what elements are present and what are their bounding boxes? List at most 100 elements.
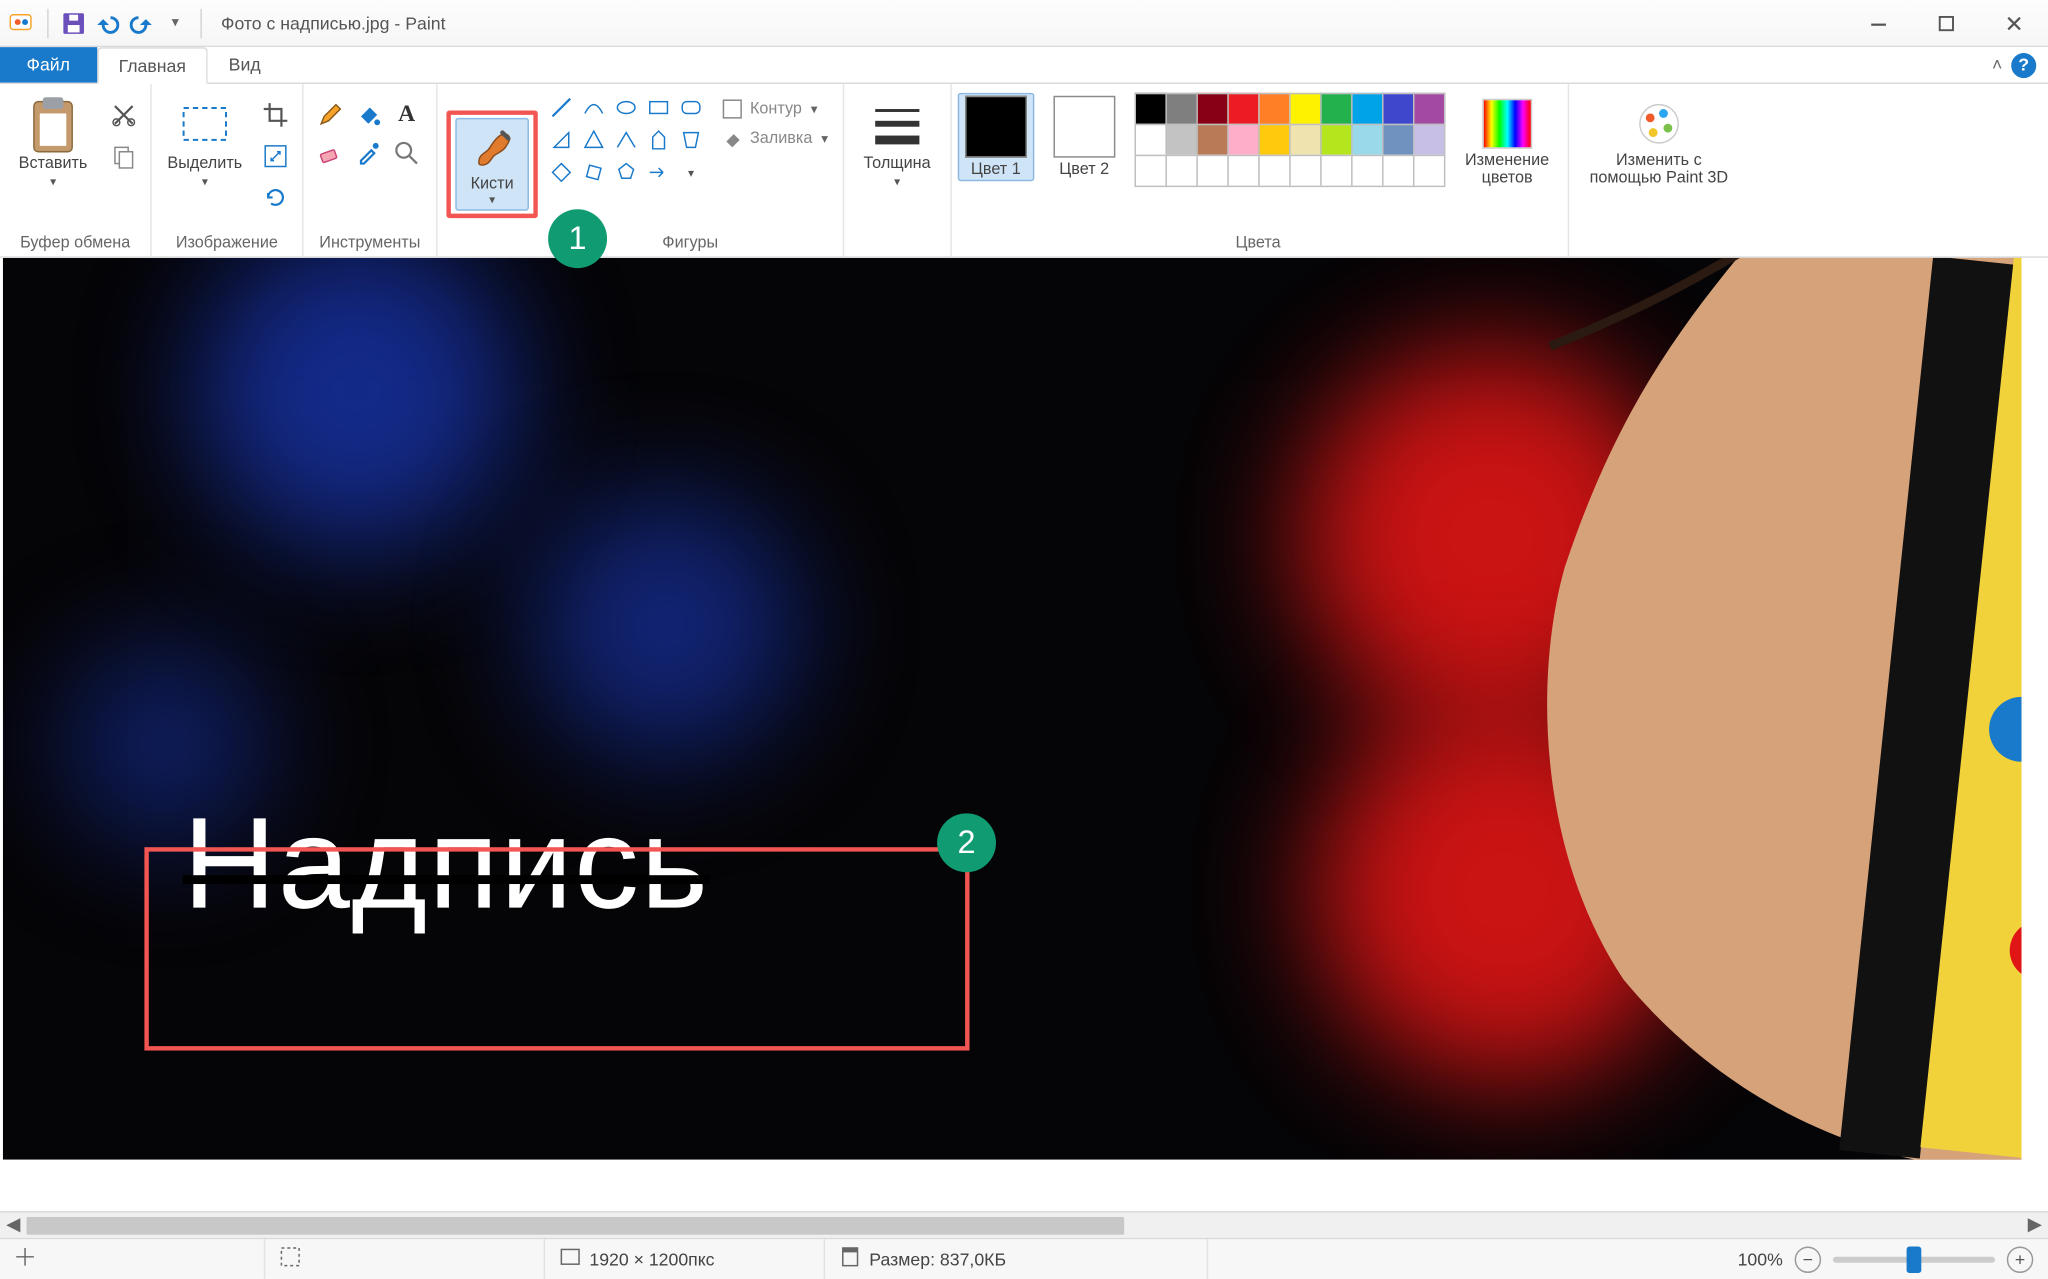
color-swatch[interactable] bbox=[1413, 124, 1445, 156]
color-swatch[interactable] bbox=[1289, 124, 1321, 156]
brushes-button[interactable]: Кисти ▾ bbox=[455, 117, 529, 210]
minimize-button[interactable] bbox=[1845, 0, 1913, 46]
pencil-icon[interactable] bbox=[312, 97, 347, 132]
help-icon[interactable]: ? bbox=[2011, 52, 2036, 77]
color-palette[interactable] bbox=[1134, 93, 1443, 186]
color2-button[interactable]: Цвет 2 bbox=[1046, 93, 1123, 178]
color-swatch[interactable] bbox=[1165, 124, 1197, 156]
color-swatch[interactable] bbox=[1351, 124, 1383, 156]
canvas[interactable]: Надпись bbox=[3, 258, 2022, 1160]
magnifier-icon[interactable] bbox=[389, 136, 424, 171]
filesize-label: Размер: 837,0КБ bbox=[869, 1249, 1006, 1270]
color-swatch[interactable] bbox=[1196, 124, 1228, 156]
selection-size-icon bbox=[280, 1246, 301, 1271]
select-button[interactable]: Выделить▾ bbox=[161, 93, 249, 191]
color-swatch[interactable] bbox=[1165, 93, 1197, 125]
color1-button[interactable]: Цвет 1 bbox=[958, 93, 1035, 181]
horizontal-scrollbar[interactable]: ◄ ► bbox=[0, 1211, 2048, 1238]
color-swatch[interactable] bbox=[1134, 93, 1166, 125]
color-swatch[interactable] bbox=[1134, 155, 1166, 187]
titlebar: ▾ Фото с надписью.jpg - Paint bbox=[0, 0, 2048, 47]
color-swatch[interactable] bbox=[1289, 155, 1321, 187]
maximize-button[interactable] bbox=[1912, 0, 1980, 46]
color-swatch[interactable] bbox=[1227, 124, 1259, 156]
rotate-icon[interactable] bbox=[258, 180, 293, 215]
color-swatch[interactable] bbox=[1413, 93, 1445, 125]
zoom-value: 100% bbox=[1738, 1249, 1783, 1270]
canvas-size-icon bbox=[560, 1246, 581, 1271]
color1-swatch bbox=[965, 96, 1027, 158]
zoom-slider[interactable] bbox=[1833, 1256, 1995, 1262]
ribbon-tabs: Файл Главная Вид ˄ ? bbox=[0, 47, 2048, 84]
close-button[interactable] bbox=[1980, 0, 2048, 46]
color-swatch[interactable] bbox=[1413, 155, 1445, 187]
cut-icon[interactable] bbox=[106, 97, 141, 132]
eraser-icon[interactable] bbox=[312, 136, 347, 171]
scroll-left-icon[interactable]: ◄ bbox=[0, 1212, 27, 1238]
group-size: Толщина▾ bbox=[844, 84, 952, 256]
tab-view[interactable]: Вид bbox=[208, 47, 281, 82]
size-icon bbox=[871, 99, 924, 152]
select-icon bbox=[178, 99, 231, 152]
callout-badge-1: 1 bbox=[548, 209, 607, 268]
color-swatch[interactable] bbox=[1196, 93, 1228, 125]
color-swatch[interactable] bbox=[1382, 155, 1414, 187]
group-tools: A Инструменты bbox=[304, 84, 438, 256]
color-swatch[interactable] bbox=[1382, 124, 1414, 156]
cursor-position-icon bbox=[15, 1246, 36, 1271]
color-swatch[interactable] bbox=[1258, 124, 1290, 156]
color-swatch[interactable] bbox=[1382, 93, 1414, 125]
group-image: Выделить▾ Изображение bbox=[152, 84, 304, 256]
paste-button[interactable]: Вставить▾ bbox=[9, 93, 97, 191]
save-icon[interactable] bbox=[60, 10, 87, 37]
zoom-in-button[interactable]: + bbox=[2007, 1246, 2034, 1273]
canvas-dimensions: 1920 × 1200пкс bbox=[589, 1249, 714, 1270]
crop-icon[interactable] bbox=[258, 97, 293, 132]
group-clipboard: Вставить▾ Буфер обмена bbox=[0, 84, 152, 256]
shape-fill-button[interactable]: Заливка▾ bbox=[715, 125, 834, 152]
tab-home[interactable]: Главная bbox=[97, 47, 209, 84]
fill-icon[interactable] bbox=[351, 97, 386, 132]
group-tools-label: Инструменты bbox=[312, 234, 427, 256]
color-swatch[interactable] bbox=[1320, 155, 1352, 187]
color-swatch[interactable] bbox=[1320, 93, 1352, 125]
statusbar: 1920 × 1200пкс Размер: 837,0КБ 100% − + bbox=[0, 1238, 2048, 1279]
color-swatch[interactable] bbox=[1196, 155, 1228, 187]
group-colors: Цвет 1 Цвет 2 Изменение цветов Цвета bbox=[952, 84, 1569, 256]
color-swatch[interactable] bbox=[1351, 155, 1383, 187]
color-swatch[interactable] bbox=[1289, 93, 1321, 125]
text-icon[interactable]: A bbox=[389, 97, 424, 132]
copy-icon[interactable] bbox=[106, 138, 141, 173]
color-swatch[interactable] bbox=[1227, 155, 1259, 187]
zoom-out-button[interactable]: − bbox=[1795, 1246, 1822, 1273]
color-swatch[interactable] bbox=[1258, 93, 1290, 125]
group-paint3d: Изменить с помощью Paint 3D bbox=[1569, 84, 1749, 256]
color-swatch[interactable] bbox=[1351, 93, 1383, 125]
brushes-callout: Кисти ▾ bbox=[446, 110, 537, 218]
color-swatch[interactable] bbox=[1227, 93, 1259, 125]
redo-icon[interactable] bbox=[128, 10, 155, 37]
paint3d-button[interactable]: Изменить с помощью Paint 3D bbox=[1578, 93, 1740, 188]
color-picker-icon[interactable] bbox=[351, 136, 386, 171]
collapse-ribbon-icon[interactable]: ˄ bbox=[1992, 55, 2002, 76]
color-swatch[interactable] bbox=[1320, 124, 1352, 156]
undo-icon[interactable] bbox=[94, 10, 121, 37]
shape-outline-button[interactable]: Контур▾ bbox=[715, 96, 834, 123]
group-colors-label: Цвета bbox=[958, 234, 1559, 256]
color-swatch[interactable] bbox=[1258, 155, 1290, 187]
edit-colors-button[interactable]: Изменение цветов bbox=[1456, 93, 1559, 188]
shapes-gallery[interactable]: ▾ bbox=[547, 93, 706, 187]
callout-box-2 bbox=[144, 847, 969, 1050]
group-image-label: Изображение bbox=[161, 234, 294, 256]
size-button[interactable]: Толщина▾ bbox=[853, 93, 941, 191]
color-swatch[interactable] bbox=[1134, 124, 1166, 156]
rainbow-icon bbox=[1482, 99, 1532, 149]
color2-swatch bbox=[1053, 96, 1115, 158]
tab-file[interactable]: Файл bbox=[0, 47, 97, 82]
qat-customize-icon[interactable]: ▾ bbox=[162, 10, 189, 37]
scroll-right-icon[interactable]: ► bbox=[2022, 1212, 2048, 1238]
clipboard-icon bbox=[27, 99, 80, 152]
resize-icon[interactable] bbox=[258, 138, 293, 173]
brush-icon bbox=[466, 122, 519, 175]
color-swatch[interactable] bbox=[1165, 155, 1197, 187]
